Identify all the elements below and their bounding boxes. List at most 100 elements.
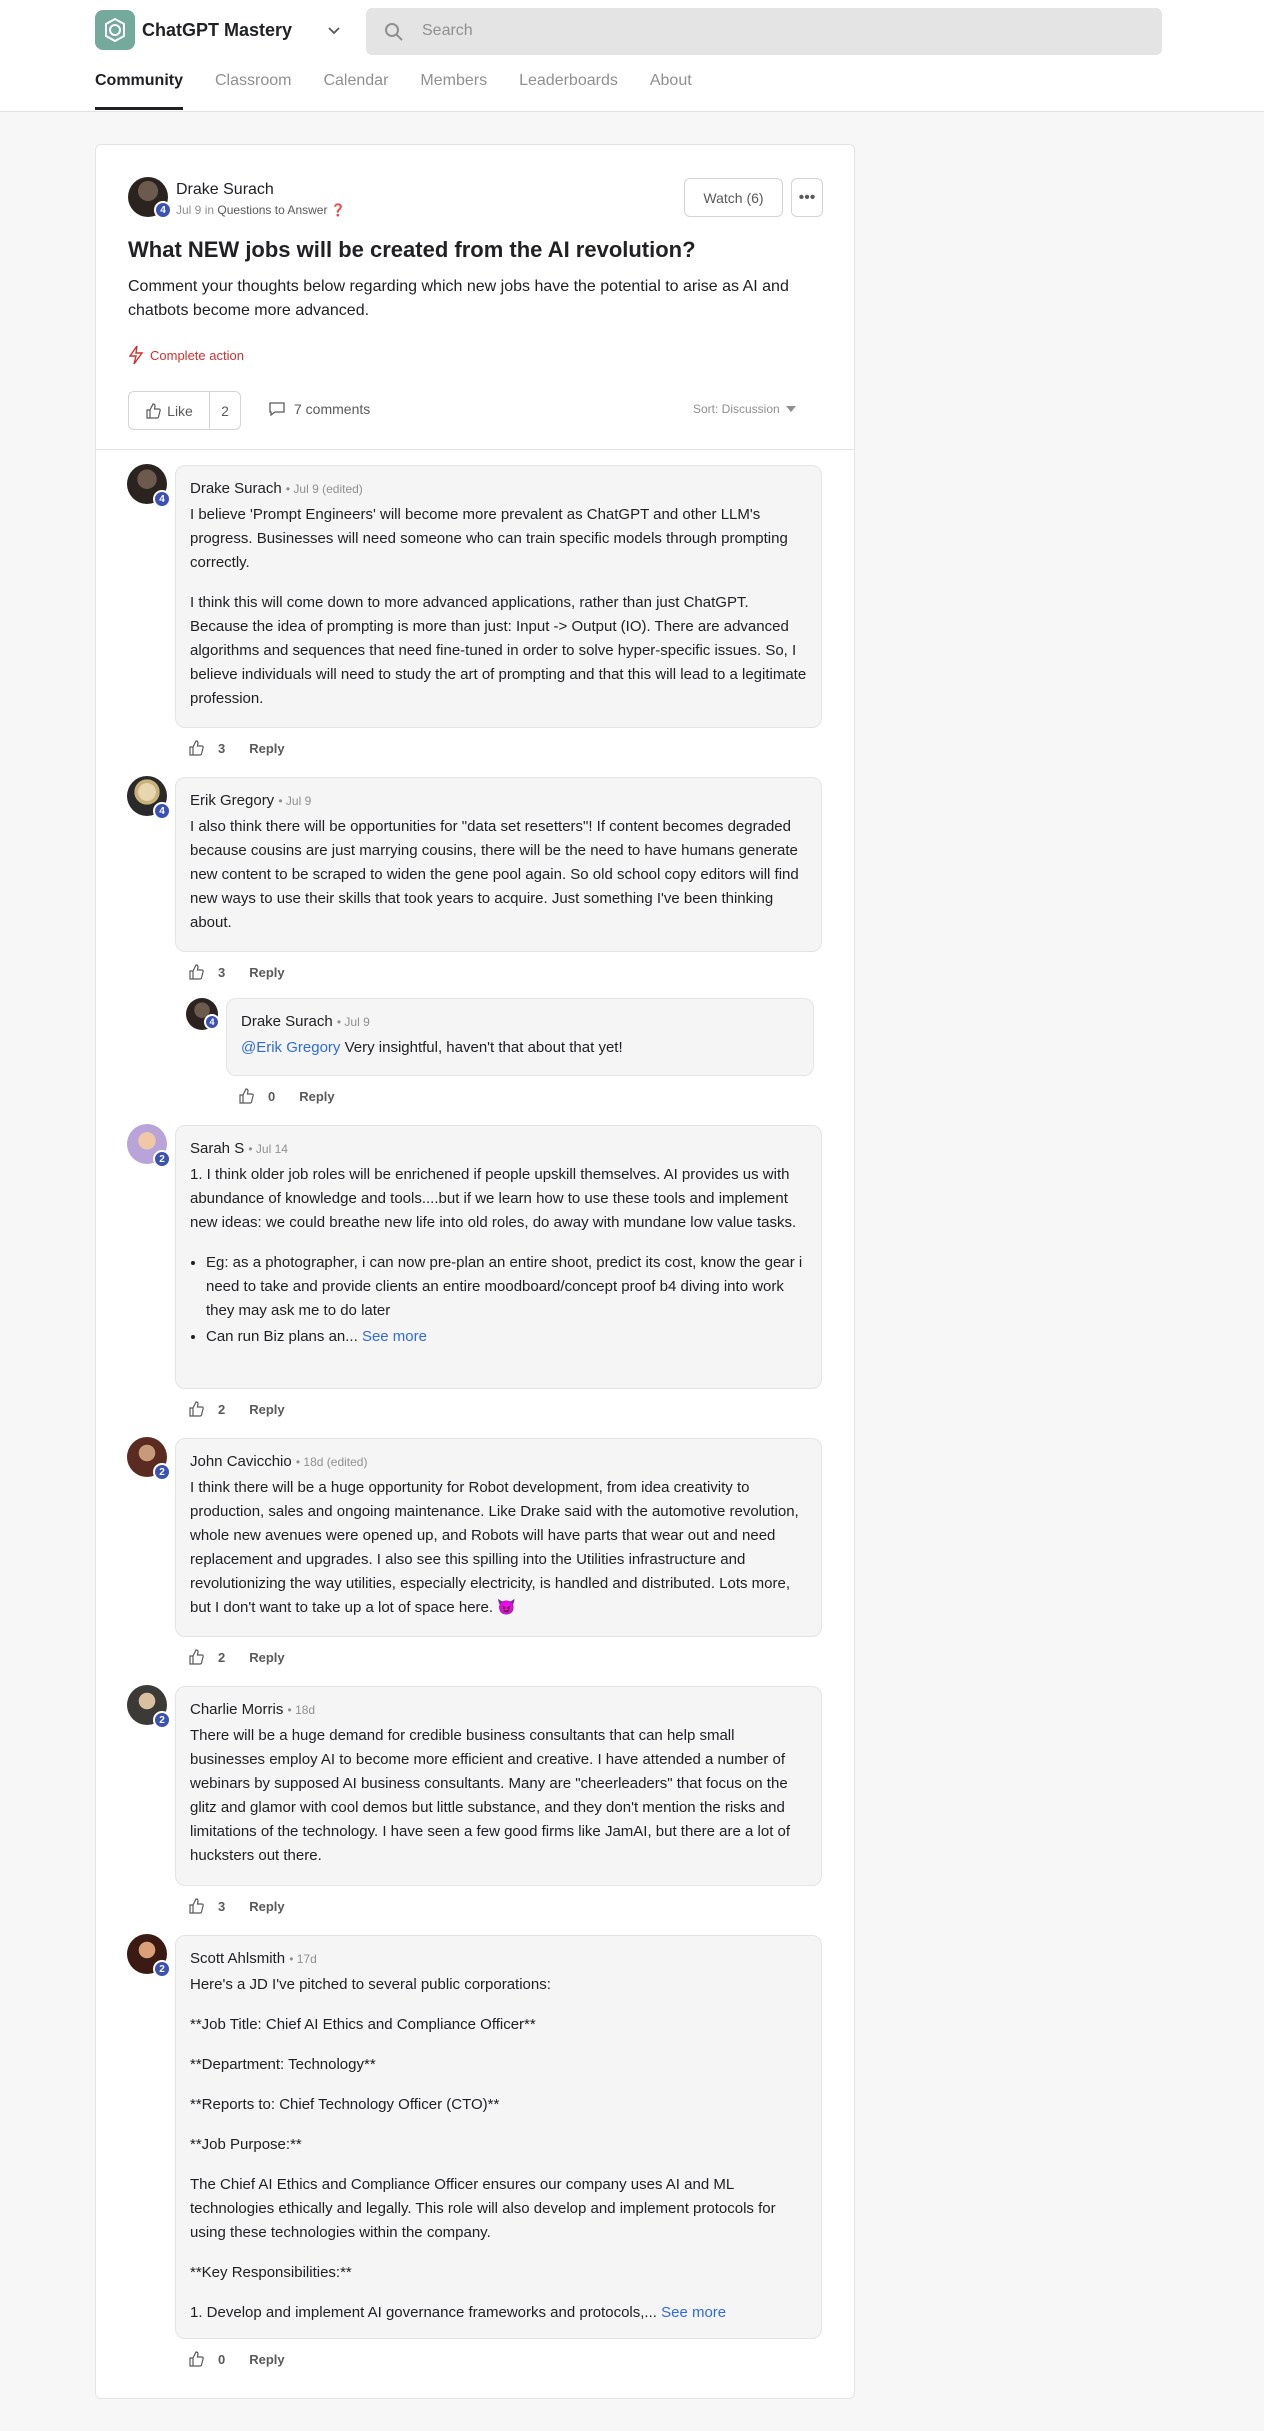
comment-text: I also think there will be opportunities…	[190, 815, 807, 935]
like-label: Like	[167, 402, 193, 419]
see-more-link[interactable]: See more	[661, 2304, 726, 2321]
level-badge: 4	[153, 802, 171, 820]
reply-button[interactable]: Reply	[249, 1402, 284, 1417]
comment-time: • Jul 9 (edited)	[285, 482, 363, 496]
thumbs-up-icon[interactable]	[188, 2351, 204, 2367]
comment-time: • Jul 9	[336, 1015, 370, 1029]
comment-bubble: Scott Ahlsmith • 17d Here's a JD I've pi…	[175, 1935, 822, 2339]
thumbs-up-icon[interactable]	[238, 1088, 254, 1104]
comment-time: • Jul 14	[248, 1142, 288, 1156]
comment-paragraph: **Department: Technology**	[190, 2056, 376, 2073]
list-item: Can run Biz plans an... See more	[206, 1325, 807, 1349]
comment-author[interactable]: Scott Ahlsmith	[190, 1950, 285, 1967]
reply-button[interactable]: Reply	[249, 965, 284, 980]
tab-community[interactable]: Community	[95, 72, 183, 110]
comment-actions: 0 Reply	[188, 2351, 285, 2367]
comment-text: @Erik Gregory Very insightful, haven't t…	[241, 1036, 799, 1060]
thumbs-up-icon[interactable]	[188, 740, 204, 756]
sort-dropdown[interactable]: Sort: Discussion	[693, 402, 796, 416]
like-count[interactable]: 2	[210, 392, 240, 429]
openai-logo-icon	[105, 17, 125, 43]
search-input[interactable]: Search	[366, 8, 1162, 55]
tab-members[interactable]: Members	[420, 72, 487, 110]
level-badge: 2	[153, 1463, 171, 1481]
comment-actions: 3 Reply	[188, 740, 285, 756]
comment-paragraph: **Job Title: Chief AI Ethics and Complia…	[190, 2016, 536, 2033]
like-count: 3	[218, 964, 226, 980]
comment-paragraph: The Chief AI Ethics and Compliance Offic…	[190, 2176, 776, 2241]
comment-paragraph: **Key Responsibilities:**	[190, 2264, 352, 2281]
reply-button[interactable]: Reply	[249, 741, 284, 756]
comment-bubble: Erik Gregory • Jul 9 I also think there …	[175, 777, 822, 952]
app-title[interactable]: ChatGPT Mastery	[142, 20, 292, 41]
comment-paragraph: Here's a JD I've pitched to several publ…	[190, 1976, 551, 1993]
complete-action-label: Complete action	[150, 347, 244, 363]
like-count: 2	[218, 1401, 226, 1417]
thumbs-up-icon[interactable]	[188, 1649, 204, 1665]
comment-author[interactable]: Drake Surach	[241, 1013, 333, 1030]
comment-time: • 18d (edited)	[295, 1455, 368, 1469]
comment-last-line: 1. Develop and implement AI governance f…	[190, 2304, 657, 2321]
comment-actions: 2 Reply	[188, 1649, 285, 1665]
thumbs-up-icon[interactable]	[188, 964, 204, 980]
thumbs-up-icon	[146, 402, 161, 419]
list-item: Eg: as a photographer, i can now pre-pla…	[206, 1251, 807, 1323]
comment-paragraph: 1. I think older job roles will be enric…	[190, 1166, 797, 1231]
nav-tabs: Community Classroom Calendar Members Lea…	[95, 72, 724, 110]
like-count: 0	[218, 2351, 226, 2367]
comment-text: There will be a huge demand for credible…	[190, 1724, 807, 1868]
comment-bubble: Drake Surach • Jul 9 (edited) I believe …	[175, 465, 822, 728]
comment-author[interactable]: Erik Gregory	[190, 792, 274, 809]
comment-author[interactable]: Sarah S	[190, 1140, 244, 1157]
comment-header: John Cavicchio • 18d (edited)	[190, 1453, 807, 1470]
comment-author[interactable]: Drake Surach	[190, 480, 282, 497]
tab-leaderboards[interactable]: Leaderboards	[519, 72, 618, 110]
app-logo[interactable]	[95, 10, 135, 50]
comment-time: • 18d	[287, 1703, 316, 1717]
watch-button[interactable]: Watch (6)	[684, 178, 783, 217]
comments-link[interactable]: 7 comments	[268, 401, 370, 417]
reply-button[interactable]: Reply	[249, 1650, 284, 1665]
complete-action-link[interactable]: Complete action	[128, 345, 244, 365]
comment-header: Scott Ahlsmith • 17d	[190, 1950, 807, 1967]
like-button[interactable]: Like	[129, 392, 210, 429]
chevron-down-icon[interactable]	[325, 21, 343, 39]
comment-author[interactable]: Charlie Morris	[190, 1701, 283, 1718]
comment-text: Here's a JD I've pitched to several publ…	[190, 1973, 807, 2325]
comment-text: 1. I think older job roles will be enric…	[190, 1163, 807, 1349]
comment-bubble: Sarah S • Jul 14 1. I think older job ro…	[175, 1125, 822, 1389]
comment-author[interactable]: John Cavicchio	[190, 1453, 292, 1470]
post-category[interactable]: Questions to Answer	[217, 203, 327, 217]
level-badge: 4	[153, 490, 171, 508]
top-header: ChatGPT Mastery Search Community Classro…	[0, 0, 1264, 112]
level-badge: 4	[154, 201, 172, 219]
thumbs-up-icon[interactable]	[188, 1401, 204, 1417]
reply-button[interactable]: Reply	[299, 1089, 334, 1104]
comment-header: Erik Gregory • Jul 9	[190, 792, 807, 809]
thumbs-up-icon[interactable]	[188, 1898, 204, 1914]
comment-paragraph: **Reports to: Chief Technology Officer (…	[190, 2096, 500, 2113]
post-title: What NEW jobs will be created from the A…	[128, 237, 696, 262]
like-count: 0	[268, 1088, 276, 1104]
comment-actions: 3 Reply	[188, 1898, 285, 1914]
comment-paragraph: Very insightful, haven't that about that…	[340, 1039, 623, 1056]
reply-button[interactable]: Reply	[249, 1899, 284, 1914]
comment-bubble: Drake Surach • Jul 9 @Erik Gregory Very …	[226, 998, 814, 1076]
more-options-button[interactable]: •••	[791, 178, 823, 217]
level-badge: 4	[204, 1014, 220, 1030]
search-icon	[385, 23, 403, 41]
tab-about[interactable]: About	[650, 72, 692, 110]
tab-classroom[interactable]: Classroom	[215, 72, 291, 110]
mention-link[interactable]: @Erik Gregory	[241, 1039, 340, 1056]
caret-down-icon	[785, 406, 796, 412]
comment-actions: 0 Reply	[238, 1088, 335, 1104]
reply-button[interactable]: Reply	[249, 2352, 284, 2367]
like-count: 3	[218, 740, 226, 756]
post-author[interactable]: Drake Surach	[176, 181, 274, 199]
tab-calendar[interactable]: Calendar	[323, 72, 388, 110]
see-more-link[interactable]: See more	[362, 1328, 427, 1345]
comment-paragraph: I believe 'Prompt Engineers' will become…	[190, 506, 788, 571]
like-group: Like 2	[128, 391, 241, 430]
level-badge: 2	[153, 1711, 171, 1729]
level-badge: 2	[153, 1960, 171, 1978]
